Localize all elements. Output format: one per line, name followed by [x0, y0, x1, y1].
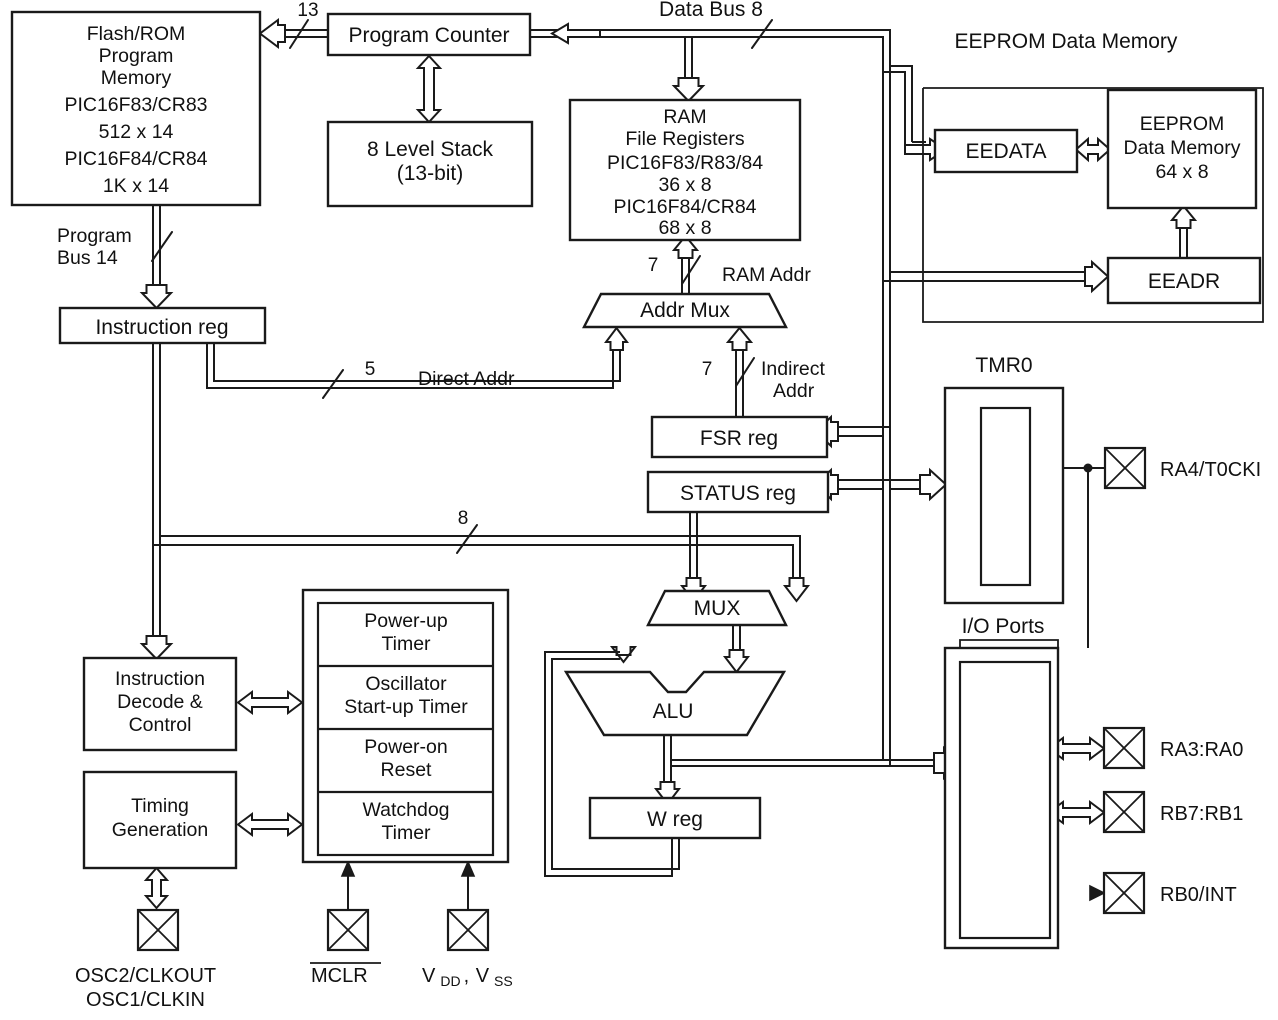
- w-reg-label: W reg: [647, 808, 703, 831]
- flash-line-4: PIC16F83/CR83: [64, 94, 207, 116]
- instruction-reg-label: Instruction reg: [95, 316, 228, 339]
- osc-label-line-2: OSC1/CLKIN: [86, 989, 205, 1011]
- flash-line-2: Program: [99, 45, 174, 67]
- flash-line-1: Flash/ROM: [87, 23, 186, 45]
- ra4-t0cki-label: RA4/T0CKI: [1160, 459, 1261, 481]
- eedata-label: EEDATA: [966, 140, 1047, 163]
- direct-addr-label: Direct Addr: [418, 368, 515, 390]
- eedata-eeprom-wire: [1074, 136, 1112, 163]
- ra3-ra0-label: RA3:RA0: [1160, 739, 1243, 761]
- timer-row-3-line-2: Timer: [381, 822, 431, 844]
- direct-addr-wire: [206, 326, 629, 399]
- timer-row-1-line-1: Oscillator: [365, 673, 447, 695]
- ram-addr-width-label: 7: [648, 255, 659, 276]
- program-counter-label: Program Counter: [348, 24, 509, 47]
- osc-label-line-1: OSC2/CLKOUT: [75, 965, 216, 987]
- addr-mux-label: Addr Mux: [640, 299, 730, 322]
- pin-osc: [136, 908, 180, 952]
- mclr-label: MCLR: [311, 965, 368, 987]
- indirect-addr-line-2: Addr: [773, 380, 815, 402]
- pc-width-label: 13: [297, 0, 318, 21]
- timing-line-1: Timing: [131, 795, 189, 817]
- power-label: V DD, V SS: [422, 965, 513, 989]
- decode-line-3: Control: [129, 714, 192, 736]
- eeprom-mem-line-1: EEPROM: [1140, 113, 1225, 135]
- ram-addr-label: RAM Addr: [722, 264, 811, 286]
- ram-line-6: 68 x 8: [658, 217, 711, 239]
- data-bus-to-tmr0-wire: [883, 467, 948, 502]
- status-to-mux-wire: [679, 512, 708, 603]
- pin-power: [446, 908, 490, 952]
- timer-row-2-line-2: Reset: [381, 759, 433, 781]
- pin-rb7-rb1: [1102, 790, 1146, 834]
- pin-ra3-ra0: [1102, 726, 1146, 770]
- mux-to-alu-wire: [722, 625, 751, 674]
- program-bus-line-1: Program: [57, 225, 132, 247]
- data-bus-to-eeadr-wire: [883, 259, 1110, 294]
- io-ports-label: I/O Ports: [962, 615, 1045, 638]
- eeprom-mem-line-3: 64 x 8: [1155, 161, 1208, 183]
- mux-label: MUX: [694, 597, 741, 620]
- tmr0-label: TMR0: [975, 354, 1032, 377]
- pc-to-flash-wire: [258, 18, 328, 49]
- flash-line-7: 1K x 14: [103, 175, 169, 197]
- tmr0-inner-block: [979, 406, 1032, 587]
- vdd-vss-wire: [460, 859, 476, 910]
- timer-row-0-line-1: Power-up: [364, 610, 448, 632]
- program-bus-14-wire: [139, 205, 174, 310]
- fsr-reg-label: FSR reg: [700, 427, 778, 450]
- mclr-wire: [340, 859, 356, 910]
- data-bus-label: Data Bus 8: [659, 0, 763, 21]
- eeprom-group-label: EEPROM Data Memory: [955, 30, 1178, 53]
- flash-line-5: 512 x 14: [99, 121, 174, 143]
- pc-stack-wire: [415, 54, 443, 124]
- indirect-addr-wire: [725, 326, 755, 417]
- timing-to-osc-wire: [143, 866, 170, 910]
- direct-addr-width-label: 5: [365, 359, 376, 380]
- timer-row-3-line-1: Watchdog: [362, 799, 449, 821]
- indirect-addr-width-label: 7: [702, 359, 713, 380]
- alu-result-bus-wire: [671, 745, 964, 781]
- timer-row-0-line-2: Timer: [381, 633, 431, 655]
- alu-to-wreg-wire: [653, 735, 682, 806]
- ram-line-2: File Registers: [625, 128, 744, 150]
- timing-timers-wire: [236, 812, 304, 837]
- pin-ra4-t0cki: [1103, 446, 1147, 490]
- pin-mclr: [326, 908, 370, 952]
- stack-line-1: 8 Level Stack: [367, 138, 494, 161]
- status-reg-label: STATUS reg: [680, 482, 796, 505]
- block-diagram-canvas: Flash/ROM Program Memory PIC16F83/CR83 5…: [0, 0, 1278, 1020]
- timer-row-1-line-2: Start-up Timer: [344, 696, 468, 718]
- pin-rb0-int: [1102, 871, 1146, 915]
- eeadr-to-eeprom-wire: [1169, 204, 1198, 258]
- stack-line-2: (13-bit): [397, 162, 464, 185]
- eeprom-mem-line-2: Data Memory: [1123, 137, 1240, 159]
- timing-line-2: Generation: [112, 819, 208, 841]
- ram-line-1: RAM: [663, 106, 706, 128]
- ram-line-5: PIC16F84/CR84: [613, 196, 756, 218]
- rb7-rb1-label: RB7:RB1: [1160, 803, 1243, 825]
- flash-line-6: PIC16F84/CR84: [64, 148, 207, 170]
- indirect-addr-line-1: Indirect: [761, 358, 826, 380]
- ram-line-3: PIC16F83/R83/84: [607, 152, 763, 174]
- ram-addr-wire: [671, 234, 701, 295]
- timer-row-2-line-1: Power-on: [364, 736, 447, 758]
- flash-line-3: Memory: [101, 67, 172, 89]
- decode-line-2: Decode &: [117, 691, 203, 713]
- program-bus-line-2: Bus 14: [57, 247, 118, 269]
- eeadr-label: EEADR: [1148, 270, 1220, 293]
- alu-label: ALU: [653, 700, 694, 723]
- instr-to-decode-wire: [139, 342, 174, 661]
- rb0-int-label: RB0/INT: [1160, 884, 1237, 906]
- pic16f8x-block-diagram: Flash/ROM Program Memory PIC16F83/CR83 5…: [10, 0, 1264, 1011]
- rb0-int-wire: [1089, 884, 1106, 902]
- ram-line-4: 36 x 8: [658, 174, 711, 196]
- alu-bus-width-label: 8: [458, 508, 469, 529]
- data-bus-to-ram-wire: [671, 37, 706, 103]
- decode-timers-wire: [236, 690, 304, 715]
- decode-line-1: Instruction: [115, 668, 205, 690]
- io-ports-inner-block: [958, 660, 1052, 940]
